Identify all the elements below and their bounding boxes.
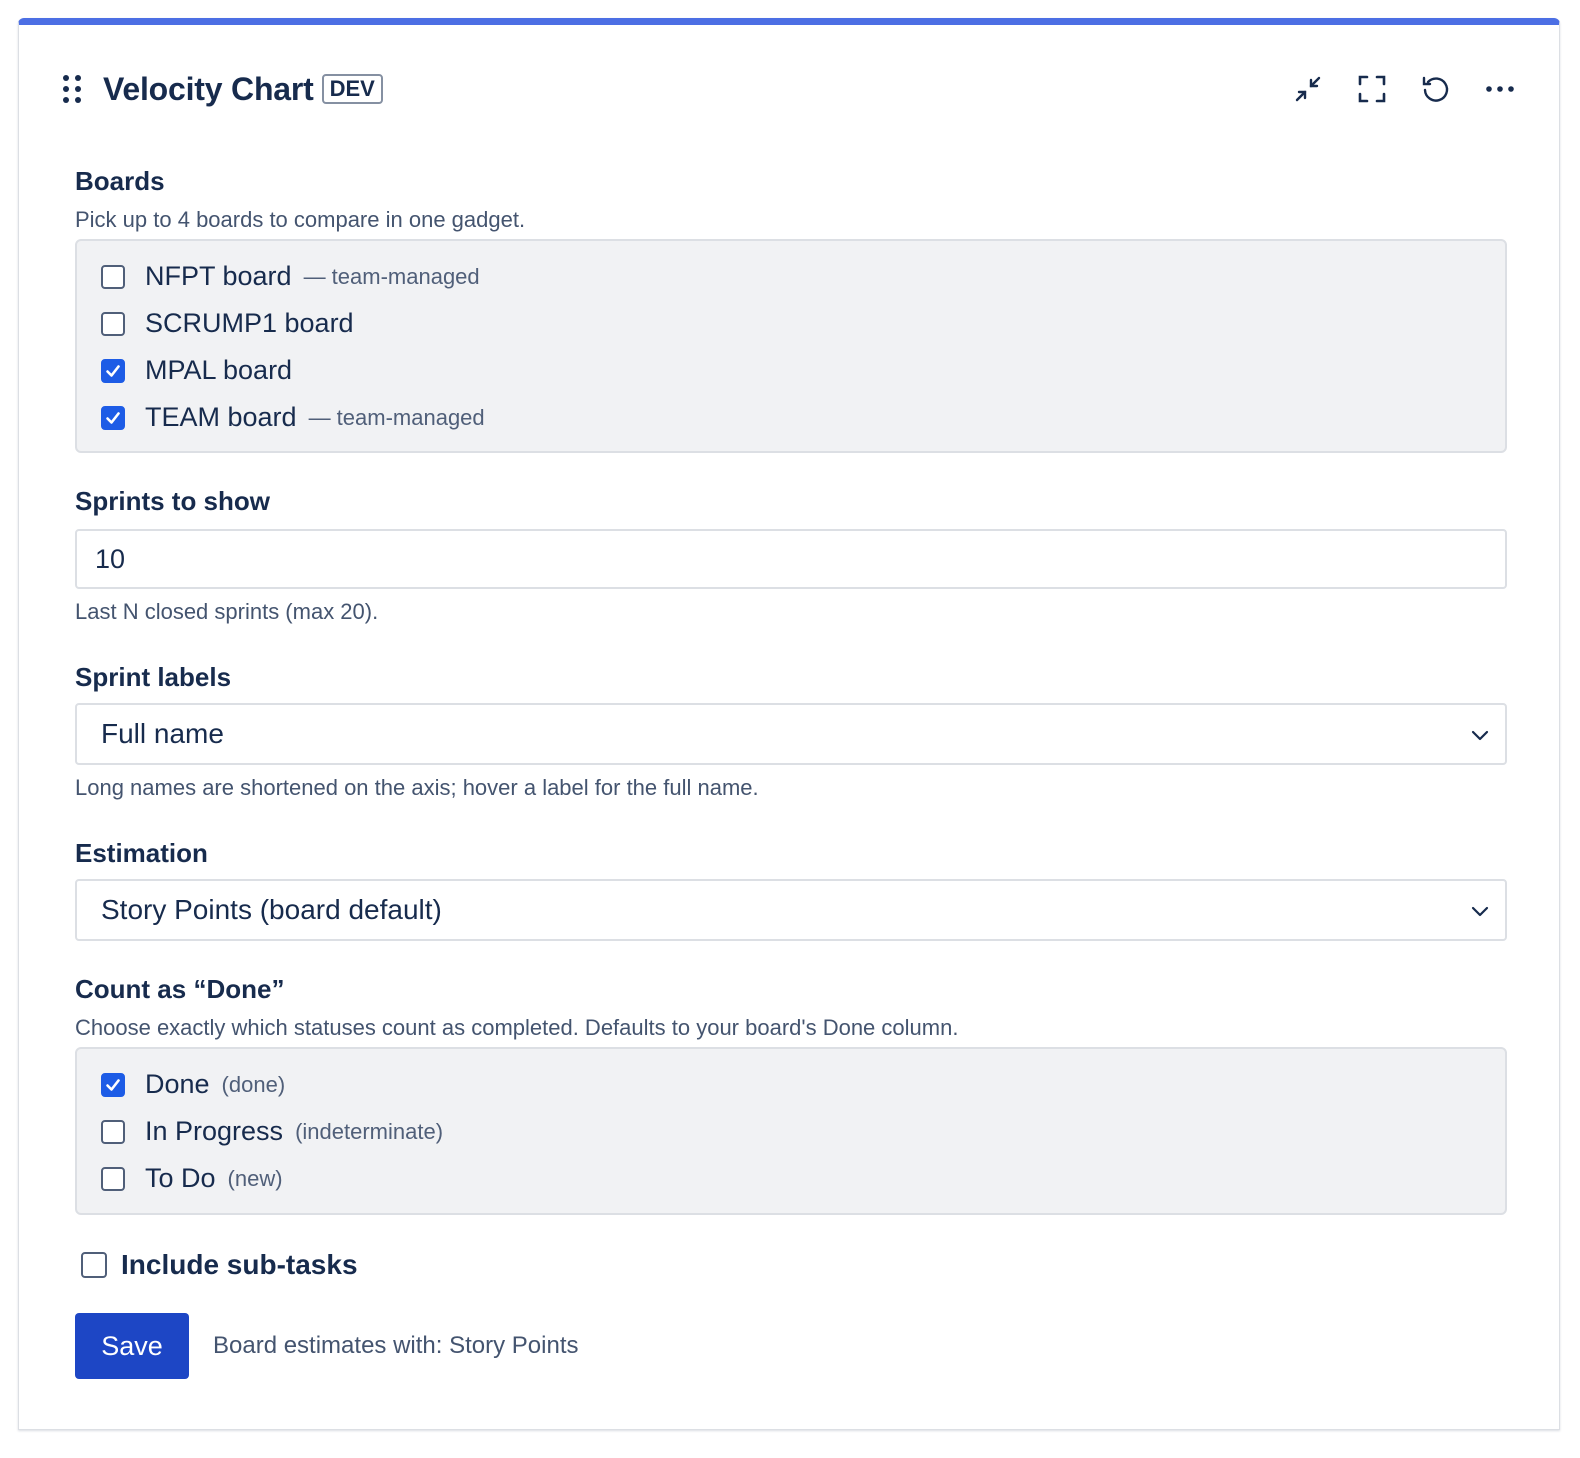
header-toolbar [1289, 70, 1519, 108]
done-help: Choose exactly which statuses count as c… [75, 1015, 959, 1040]
board-option-meta: — team-managed [308, 404, 485, 430]
checkbox[interactable] [101, 1119, 125, 1144]
footer-row: Save Board estimates with: Story Points [75, 1313, 1507, 1379]
shrink-icon[interactable] [1289, 70, 1327, 108]
estimation-label: Estimation [75, 838, 208, 868]
more-icon[interactable] [1481, 70, 1519, 108]
subtasks-label: Include sub-tasks [121, 1249, 358, 1280]
estimation-value: Story Points (board default) [101, 894, 442, 925]
status-option-label: To Do [145, 1163, 216, 1193]
status-option[interactable]: Done (done) [101, 1061, 1481, 1108]
board-option[interactable]: TEAM board — team-managed [101, 394, 1481, 441]
env-badge: DEV [321, 74, 383, 104]
fullscreen-icon[interactable] [1353, 70, 1391, 108]
gadget-header: Velocity Chart DEV [63, 63, 1519, 115]
boards-help: Pick up to 4 boards to compare in one ga… [75, 207, 526, 232]
checkbox[interactable] [101, 311, 125, 336]
sprints-help: Last N closed sprints (max 20). [75, 599, 379, 624]
gadget-title: Velocity Chart [103, 70, 314, 107]
done-label: Count as “Done” [75, 974, 285, 1004]
chevron-down-icon [1471, 730, 1489, 741]
config-form: Boards Pick up to 4 boards to compare in… [75, 163, 1507, 1379]
status-option[interactable]: To Do (new) [101, 1155, 1481, 1202]
checkbox[interactable] [101, 358, 125, 383]
estimate-note: Board estimates with: Story Points [213, 1332, 579, 1359]
boards-group: NFPT board — team-managed SCRUMP1 board … [75, 239, 1507, 453]
status-option[interactable]: In Progress (indeterminate) [101, 1108, 1481, 1155]
subtasks-toggle[interactable]: Include sub-tasks [81, 1245, 1507, 1285]
done-group: Done (done) In Progress (indeterminate) … [75, 1047, 1507, 1215]
board-option-label: MPAL board [145, 355, 293, 385]
board-option[interactable]: MPAL board [101, 347, 1481, 394]
velocity-gadget: Velocity Chart DEV Boards Pick up to 4 b… [18, 18, 1560, 1430]
board-option-meta: — team-managed [303, 263, 480, 289]
sprint-labels-label: Sprint labels [75, 662, 232, 692]
subtasks-checkbox[interactable] [81, 1252, 107, 1278]
status-option-label: Done [145, 1069, 210, 1099]
checkbox[interactable] [101, 405, 125, 430]
checkbox[interactable] [101, 1072, 125, 1097]
boards-label: Boards [75, 166, 165, 196]
board-option-label: NFPT board [145, 261, 292, 291]
refresh-icon[interactable] [1417, 70, 1455, 108]
status-option-meta: (indeterminate) [295, 1118, 444, 1144]
status-option-label: In Progress [145, 1116, 284, 1146]
board-option-label: TEAM board [145, 402, 297, 432]
sprint-labels-help: Long names are shortened on the axis; ho… [75, 775, 759, 800]
sprints-label: Sprints to show [75, 486, 270, 516]
board-option[interactable]: NFPT board — team-managed [101, 253, 1481, 300]
sprint-labels-value: Full name [101, 718, 224, 749]
checkbox[interactable] [101, 264, 125, 289]
status-option-meta: (done) [221, 1071, 286, 1097]
board-option-label: SCRUMP1 board [145, 308, 354, 338]
drag-handle-icon[interactable] [63, 73, 85, 105]
save-button[interactable]: Save [75, 1313, 189, 1379]
sprints-input[interactable]: 10 [75, 529, 1507, 589]
checkbox[interactable] [101, 1166, 125, 1191]
sprint-labels-select[interactable]: Full name [75, 703, 1507, 765]
chevron-down-icon [1471, 906, 1489, 917]
estimation-select[interactable]: Story Points (board default) [75, 879, 1507, 941]
board-option[interactable]: SCRUMP1 board [101, 300, 1481, 347]
status-option-meta: (new) [227, 1165, 283, 1191]
